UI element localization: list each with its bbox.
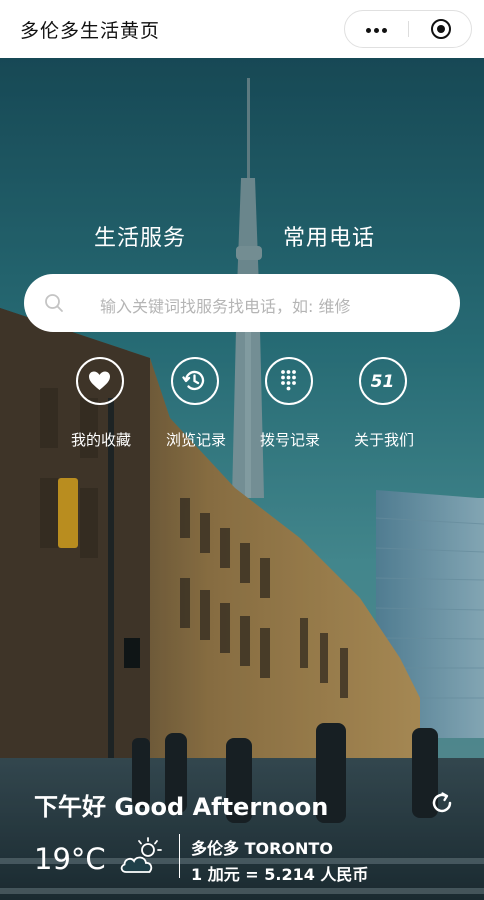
dialpad-icon	[265, 357, 313, 405]
logo-51-icon: 51	[359, 357, 407, 405]
app-title: 多伦多生活黄页	[20, 20, 161, 42]
weather-bar: 19°C 多伦多 TORONTO 1 加元 = 5.214 人民币	[0, 830, 484, 890]
tab-life-services[interactable]: 生活服务	[94, 220, 186, 252]
weather-divider	[179, 834, 180, 878]
shortcut-label: 我的收藏	[70, 431, 131, 449]
exchange-rate: 1 加元 = 5.214 人民币	[191, 865, 369, 884]
shortcut-favorites[interactable]: 我的收藏	[53, 357, 149, 457]
search-placeholder: 输入关键词找服务找电话，如: 维修	[100, 297, 351, 316]
category-tabs: 生活服务 常用电话	[0, 220, 484, 256]
search-icon	[45, 294, 63, 312]
heart-icon	[76, 357, 124, 405]
shortcut-label: 关于我们	[353, 431, 414, 449]
city-name: 多伦多 TORONTO	[191, 839, 333, 858]
shortcut-label: 拨号记录	[259, 431, 320, 449]
logo-51-glyph: 51	[371, 372, 395, 392]
shortcut-dial-history[interactable]: 拨号记录	[242, 357, 338, 457]
mini-program-capsule	[344, 10, 472, 48]
shortcut-label: 浏览记录	[165, 431, 226, 449]
close-target-icon[interactable]	[409, 11, 472, 47]
search-input[interactable]: 输入关键词找服务找电话，如: 维修	[24, 274, 460, 332]
partly-cloudy-icon	[120, 837, 162, 873]
temperature: 19°C	[34, 842, 106, 876]
greeting-text: 下午好 Good Afternoon	[34, 793, 329, 821]
refresh-icon[interactable]	[428, 789, 456, 817]
city-background-image	[0, 58, 484, 900]
more-dots-icon[interactable]	[345, 11, 408, 47]
history-icon	[171, 357, 219, 405]
shortcut-about-us[interactable]: 51 关于我们	[336, 357, 432, 457]
app-header: 多伦多生活黄页	[0, 0, 484, 58]
shortcut-history[interactable]: 浏览记录	[148, 357, 244, 457]
tab-common-phones[interactable]: 常用电话	[283, 220, 375, 252]
